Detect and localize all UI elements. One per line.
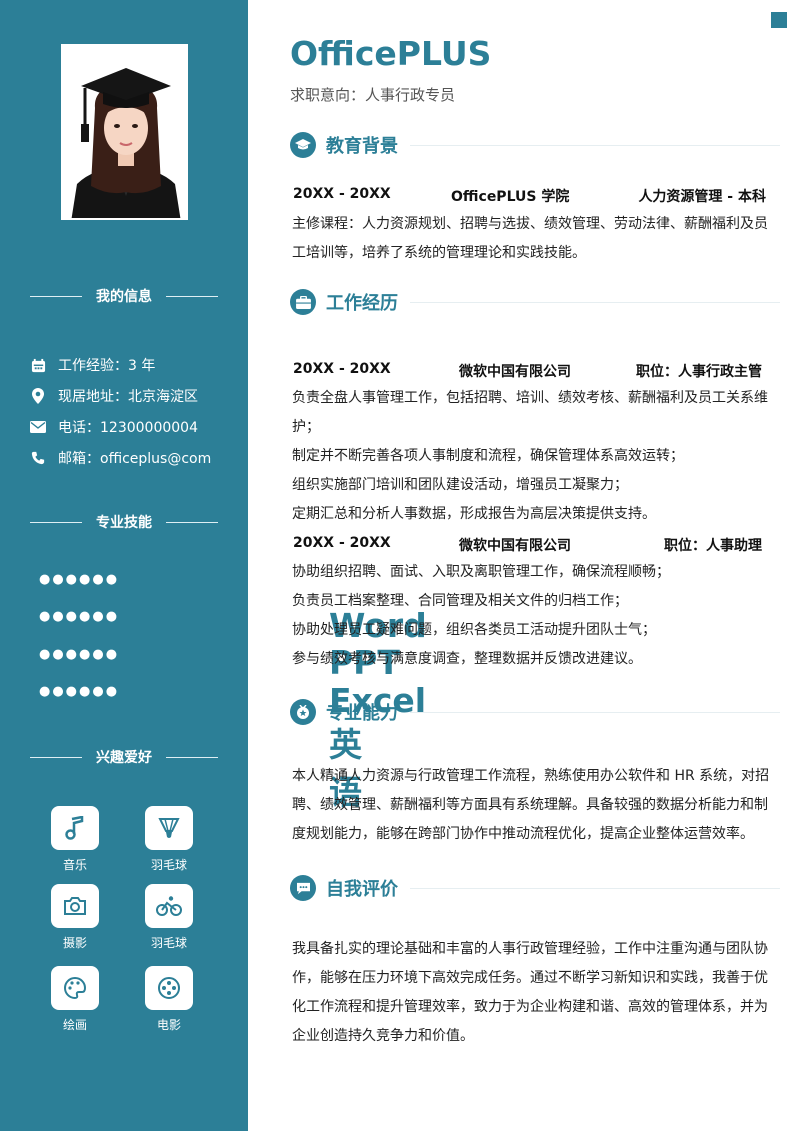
- education-major: 人力资源管理 - 本科: [638, 189, 766, 205]
- bicycle-icon: [145, 884, 193, 928]
- chat-bubble-icon: [290, 875, 316, 901]
- skill-dots: ●●●●●●: [39, 684, 120, 699]
- skill-excel: Excel ●●●●●●: [39, 647, 426, 720]
- hobby-painting: 绘画: [45, 966, 105, 1033]
- info-experience: 工作经验：3 年: [30, 355, 155, 375]
- divider: [166, 521, 218, 523]
- skill-ppt: PPT ●●●●●●: [39, 609, 400, 682]
- education-period: 20XX - 20XX: [293, 186, 391, 202]
- job-period: 20XX - 20XX: [293, 535, 391, 551]
- location-icon: [30, 388, 46, 404]
- divider: [30, 295, 82, 297]
- divider: [30, 756, 82, 758]
- hobby-label: 电影: [156, 1018, 181, 1032]
- palette-icon: [51, 966, 99, 1010]
- job-position: 职位：人事助理: [664, 538, 762, 554]
- skill-dots: ●●●●●●: [39, 609, 120, 624]
- divider: [166, 295, 218, 297]
- divider: [166, 756, 218, 758]
- ability-text: 本人精通人力资源与行政管理工作流程，熟练使用办公软件和 HR 系统，对招聘、绩效…: [292, 768, 770, 842]
- work-heading: 工作经历: [290, 289, 780, 315]
- film-reel-icon: [145, 966, 193, 1010]
- skills-section-title: 专业技能: [30, 512, 218, 532]
- hobby-movie: 电影: [139, 966, 199, 1033]
- work-title: 工作经历: [326, 293, 398, 314]
- info-address: 现居地址：北京海淀区: [30, 386, 198, 406]
- skill-word: Word ●●●●●●: [39, 572, 427, 645]
- phone-icon: [30, 450, 46, 466]
- shuttlecock-icon: [145, 806, 193, 850]
- job-company: 微软中国有限公司: [459, 538, 571, 554]
- hobby-label: 羽毛球: [150, 936, 187, 950]
- graduation-cap-icon: [290, 132, 316, 158]
- hobbies-title: 兴趣爱好: [96, 750, 152, 766]
- job-duties: 协助组织招聘、面试、入职及离职管理工作，确保流程顺畅； 负责员工档案整理、合同管…: [292, 564, 670, 667]
- hobby-label: 音乐: [62, 858, 87, 872]
- skills-title: 专业技能: [96, 515, 152, 531]
- job-period: 20XX - 20XX: [293, 361, 391, 377]
- education-desc: 主修课程：人力资源规划、招聘与选拔、绩效管理、劳动法律、薪酬福利及员工培训等，培…: [292, 216, 768, 261]
- info-address-text: 现居地址：北京海淀区: [58, 389, 198, 405]
- info-email: 邮箱：officeplus@com: [30, 448, 211, 468]
- divider: [410, 887, 780, 889]
- info-phone-text: 电话：12300000004: [58, 420, 198, 436]
- hobby-label: 绘画: [62, 1018, 87, 1032]
- education-title: 教育背景: [326, 136, 398, 157]
- skill-english: 英语 ●●●●●●: [39, 684, 362, 812]
- hobby-music: 音乐: [45, 806, 105, 873]
- envelope-icon: [30, 419, 46, 435]
- evaluation-title: 自我评价: [326, 879, 398, 900]
- calendar-icon: [30, 357, 46, 373]
- education-heading: 教育背景: [290, 132, 780, 158]
- job-position: 职位：人事行政主管: [636, 364, 762, 380]
- medal-icon: [290, 699, 316, 725]
- candidate-name: OfficePLUS: [290, 34, 492, 73]
- info-experience-text: 工作经验：3 年: [58, 358, 156, 374]
- job-intent: 求职意向：人事行政专员: [290, 86, 456, 104]
- briefcase-icon: [290, 289, 316, 315]
- skill-dots: ●●●●●●: [39, 647, 120, 662]
- divider: [410, 301, 780, 303]
- job-company: 微软中国有限公司: [459, 364, 571, 380]
- sidebar: 我的信息 工作经验：3 年 现居地址：北京海淀区 电话：12300000004 …: [0, 0, 427, 1131]
- ability-title: 专业能力: [326, 703, 398, 724]
- ability-heading: 专业能力: [290, 699, 780, 725]
- hobby-badminton: 羽毛球: [139, 806, 199, 873]
- hobby-label: 摄影: [62, 936, 87, 950]
- hobby-photography: 摄影: [45, 884, 105, 951]
- camera-icon: [51, 884, 99, 928]
- info-title: 我的信息: [96, 289, 152, 305]
- info-email-text: 邮箱：officeplus@com: [58, 451, 212, 467]
- evaluation-text: 我具备扎实的理论基础和丰富的人事行政管理经验，工作中注重沟通与团队协作，能够在压…: [292, 941, 768, 1044]
- job-duties: 负责全盘人事管理工作，包括招聘、培训、绩效考核、薪酬福利及员工关系维护； 制定并…: [292, 390, 768, 522]
- hobby-label: 羽毛球: [150, 858, 187, 872]
- education-school: OfficePLUS 学院: [451, 189, 570, 205]
- divider: [410, 144, 780, 146]
- divider: [30, 521, 82, 523]
- info-phone: 电话：12300000004: [30, 417, 198, 437]
- skill-dots: ●●●●●●: [39, 572, 120, 587]
- hobbies-section-title: 兴趣爱好: [30, 747, 218, 767]
- evaluation-heading: 自我评价: [290, 875, 780, 901]
- profile-photo: [61, 44, 188, 220]
- divider: [410, 711, 780, 713]
- info-section-title: 我的信息: [30, 286, 218, 306]
- hobby-cycling: 羽毛球: [139, 884, 199, 951]
- corner-square: [771, 12, 787, 28]
- music-note-icon: [51, 806, 99, 850]
